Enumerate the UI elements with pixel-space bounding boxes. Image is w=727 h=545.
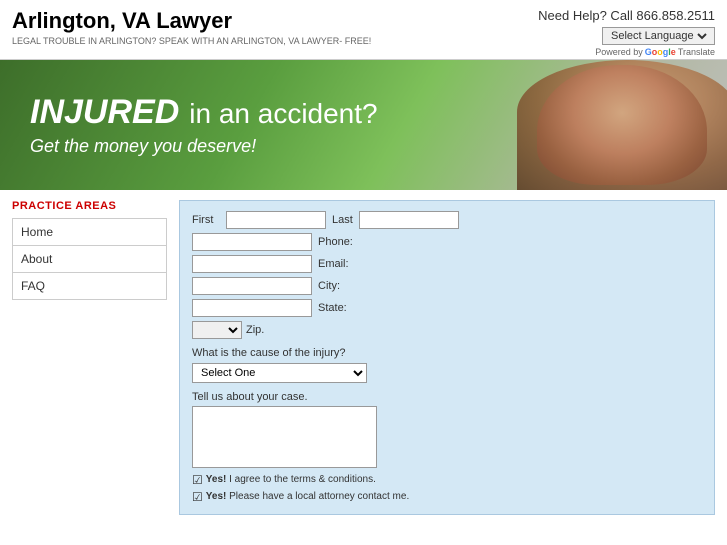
main-content: PRACTICE AREAS Home About FAQ First Last… — [0, 190, 727, 525]
banner-injured: INJURED — [30, 93, 179, 132]
city-label: City: — [318, 280, 340, 292]
phone-input[interactable] — [192, 233, 312, 251]
state-label: State: — [318, 302, 347, 314]
site-title: Arlington, VA Lawyer — [12, 8, 371, 34]
banner-person — [507, 60, 727, 190]
zip-select[interactable] — [192, 321, 242, 339]
checkbox1-text: Yes! I agree to the terms & conditions. — [206, 473, 376, 486]
powered-by: Powered by Google Translate — [595, 47, 715, 57]
checkbox1-row: ☑ Yes! I agree to the terms & conditions… — [192, 473, 702, 487]
header-right: Need Help? Call 866.858.2511 Select Lang… — [538, 8, 715, 57]
last-input[interactable] — [359, 211, 459, 229]
city-row: City: — [192, 277, 702, 295]
zip-label: Zip. — [246, 324, 264, 336]
translate-widget: Select Language Powered by Google Transl… — [538, 27, 715, 57]
banner-text: INJURED in an accident? Get the money yo… — [0, 73, 408, 177]
phone-row: Phone: — [192, 233, 702, 251]
banner: INJURED in an accident? Get the money yo… — [0, 60, 727, 190]
email-row: Email: — [192, 255, 702, 273]
phone-label: Phone: — [318, 236, 353, 248]
banner-subtitle: Get the money you deserve! — [30, 136, 378, 157]
last-label: Last — [332, 214, 353, 226]
banner-rest: in an accident? — [189, 98, 377, 130]
cause-select[interactable]: Select One — [192, 363, 367, 383]
checkbox2-row: ☑ Yes! Please have a local attorney cont… — [192, 490, 702, 504]
email-label: Email: — [318, 258, 349, 270]
sidebar-nav: Home About FAQ — [12, 218, 167, 300]
contact-form: First Last Phone: Email: City: State: — [179, 200, 715, 515]
name-row: First Last — [192, 211, 702, 229]
tell-label: Tell us about your case. — [192, 391, 702, 403]
city-input[interactable] — [192, 277, 312, 295]
zip-row: Zip. — [192, 321, 702, 339]
cause-question: What is the cause of the injury? — [192, 347, 702, 359]
checkbox2-icon: ☑ — [192, 490, 203, 504]
first-label: First — [192, 214, 220, 226]
site-subtitle: LEGAL TROUBLE IN ARLINGTON? SPEAK WITH A… — [12, 36, 371, 46]
sidebar-item-about[interactable]: About — [13, 246, 166, 273]
practice-areas-label: PRACTICE AREAS — [12, 200, 167, 212]
state-input[interactable] — [192, 299, 312, 317]
language-select[interactable]: Select Language — [607, 29, 710, 43]
case-textarea[interactable] — [192, 406, 377, 468]
first-input[interactable] — [226, 211, 326, 229]
sidebar-item-faq[interactable]: FAQ — [13, 273, 166, 299]
state-row: State: — [192, 299, 702, 317]
need-help-text: Need Help? Call 866.858.2511 — [538, 8, 715, 23]
sidebar: PRACTICE AREAS Home About FAQ — [12, 200, 167, 515]
email-input[interactable] — [192, 255, 312, 273]
checkbox1-icon: ☑ — [192, 473, 203, 487]
header: Arlington, VA Lawyer LEGAL TROUBLE IN AR… — [0, 0, 727, 60]
sidebar-item-home[interactable]: Home — [13, 219, 166, 246]
checkbox2-text: Yes! Please have a local attorney contac… — [206, 490, 409, 503]
